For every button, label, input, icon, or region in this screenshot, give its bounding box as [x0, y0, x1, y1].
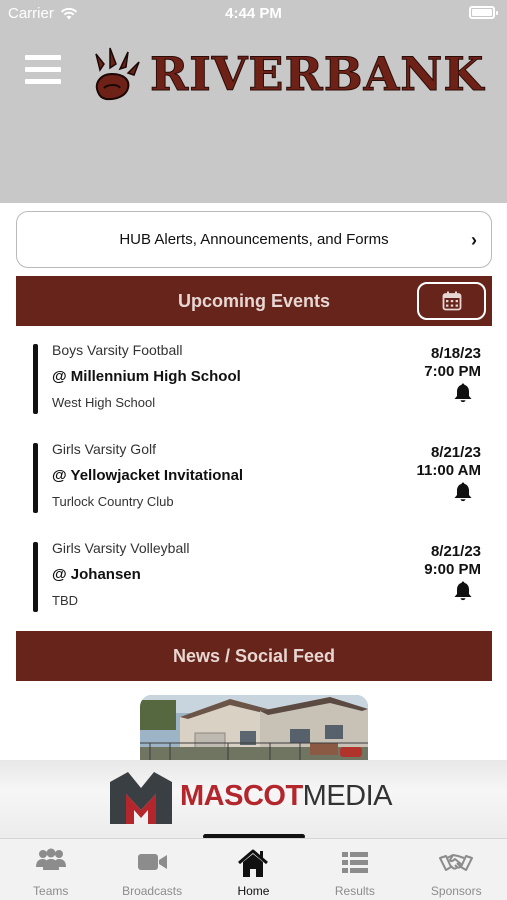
event-team: Girls Varsity Golf: [52, 441, 156, 457]
teams-icon: [35, 848, 66, 870]
sponsor-name-part2: MEDIA: [302, 780, 393, 812]
event-time: 7:00 PM: [424, 363, 481, 380]
tab-sponsors-label: Sponsors: [430, 884, 482, 898]
handshake-icon: [439, 854, 474, 871]
event-item[interactable]: Girls Varsity Golf @ Yellowjacket Invita…: [16, 436, 492, 526]
event-opponent: @ Yellowjacket Invitational: [52, 467, 244, 484]
hub-alerts-button[interactable]: HUB Alerts, Announcements, and Forms ›: [16, 211, 492, 268]
event-item[interactable]: Girls Varsity Volleyball @ Johansen TBD …: [16, 535, 492, 625]
calendar-icon: [442, 291, 461, 311]
status-bar: Carrier 4:44 PM: [0, 0, 507, 28]
event-date: 8/21/23: [430, 543, 481, 560]
chevron-right-icon: ›: [471, 230, 477, 250]
sponsor-banner[interactable]: MASCOTMEDIA: [0, 760, 507, 838]
event-time: 11:00 AM: [416, 462, 481, 479]
event-venue: Turlock Country Club: [52, 494, 174, 509]
news-feed-header: News / Social Feed: [16, 631, 492, 681]
bell-icon[interactable]: [452, 481, 474, 503]
bell-icon[interactable]: [452, 382, 474, 404]
upcoming-events-header: Upcoming Events: [16, 276, 492, 326]
sponsor-name: MASCOTMEDIA: [180, 780, 393, 813]
tab-home[interactable]: Home: [203, 839, 304, 900]
event-date: 8/21/23: [430, 444, 481, 461]
list-icon: [341, 852, 368, 873]
event-venue: West High School: [52, 395, 156, 410]
tab-teams-label: Teams: [33, 884, 69, 898]
event-time: 9:00 PM: [424, 561, 481, 578]
calendar-button[interactable]: [417, 282, 486, 320]
event-date: 8/18/23: [430, 345, 481, 362]
tab-broadcasts[interactable]: Broadcasts: [101, 839, 202, 900]
tab-bar: Teams Broadcasts Home Results Sponsors: [0, 838, 507, 900]
event-team: Boys Varsity Football: [52, 342, 183, 358]
sponsor-name-part1: MASCOT: [180, 780, 303, 812]
event-item[interactable]: Boys Varsity Football @ Millennium High …: [16, 337, 492, 427]
hamburger-menu-button[interactable]: [25, 55, 61, 85]
event-venue: TBD: [52, 593, 78, 608]
bell-icon[interactable]: [452, 580, 474, 602]
event-accent-bar: [33, 443, 38, 513]
news-post-image[interactable]: [140, 695, 368, 763]
event-accent-bar: [33, 542, 38, 612]
news-feed-title: News / Social Feed: [172, 645, 336, 666]
event-opponent: @ Johansen: [52, 566, 141, 583]
mascot-media-logo-icon: [110, 772, 172, 824]
event-accent-bar: [33, 344, 38, 414]
app-header: Carrier 4:44 PM RIVERBANK: [0, 0, 507, 203]
hub-alerts-label: HUB Alerts, Announcements, and Forms: [119, 231, 389, 248]
home-icon: [238, 849, 269, 877]
tab-results[interactable]: Results: [304, 839, 405, 900]
battery-icon: [469, 6, 498, 19]
brand-title: RIVERBANK: [149, 47, 485, 102]
tab-teams[interactable]: Teams: [0, 839, 101, 900]
video-camera-icon: [138, 854, 168, 870]
event-team: Girls Varsity Volleyball: [52, 540, 190, 556]
tab-sponsors[interactable]: Sponsors: [406, 839, 507, 900]
paw-logo-icon: [95, 47, 140, 101]
tab-broadcasts-label: Broadcasts: [122, 884, 183, 898]
tab-home-label: Home: [237, 884, 270, 898]
event-opponent: @ Millennium High School: [52, 368, 241, 385]
upcoming-events-title: Upcoming Events: [177, 290, 331, 311]
status-time: 4:44 PM: [225, 5, 282, 22]
tab-results-label: Results: [334, 884, 375, 898]
